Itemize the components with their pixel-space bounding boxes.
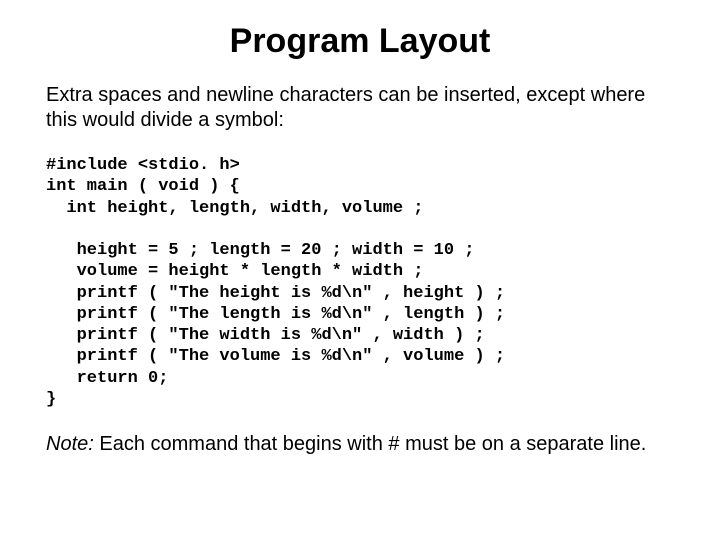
note-text: Note: Each command that begins with # mu… — [46, 432, 674, 457]
note-label: Note: — [46, 433, 94, 455]
intro-text: Extra spaces and newline characters can … — [46, 83, 674, 133]
slide-title: Program Layout — [46, 22, 674, 61]
note-body: Each command that begins with # must be … — [94, 433, 647, 455]
code-block: #include <stdio. h> int main ( void ) { … — [46, 155, 674, 410]
